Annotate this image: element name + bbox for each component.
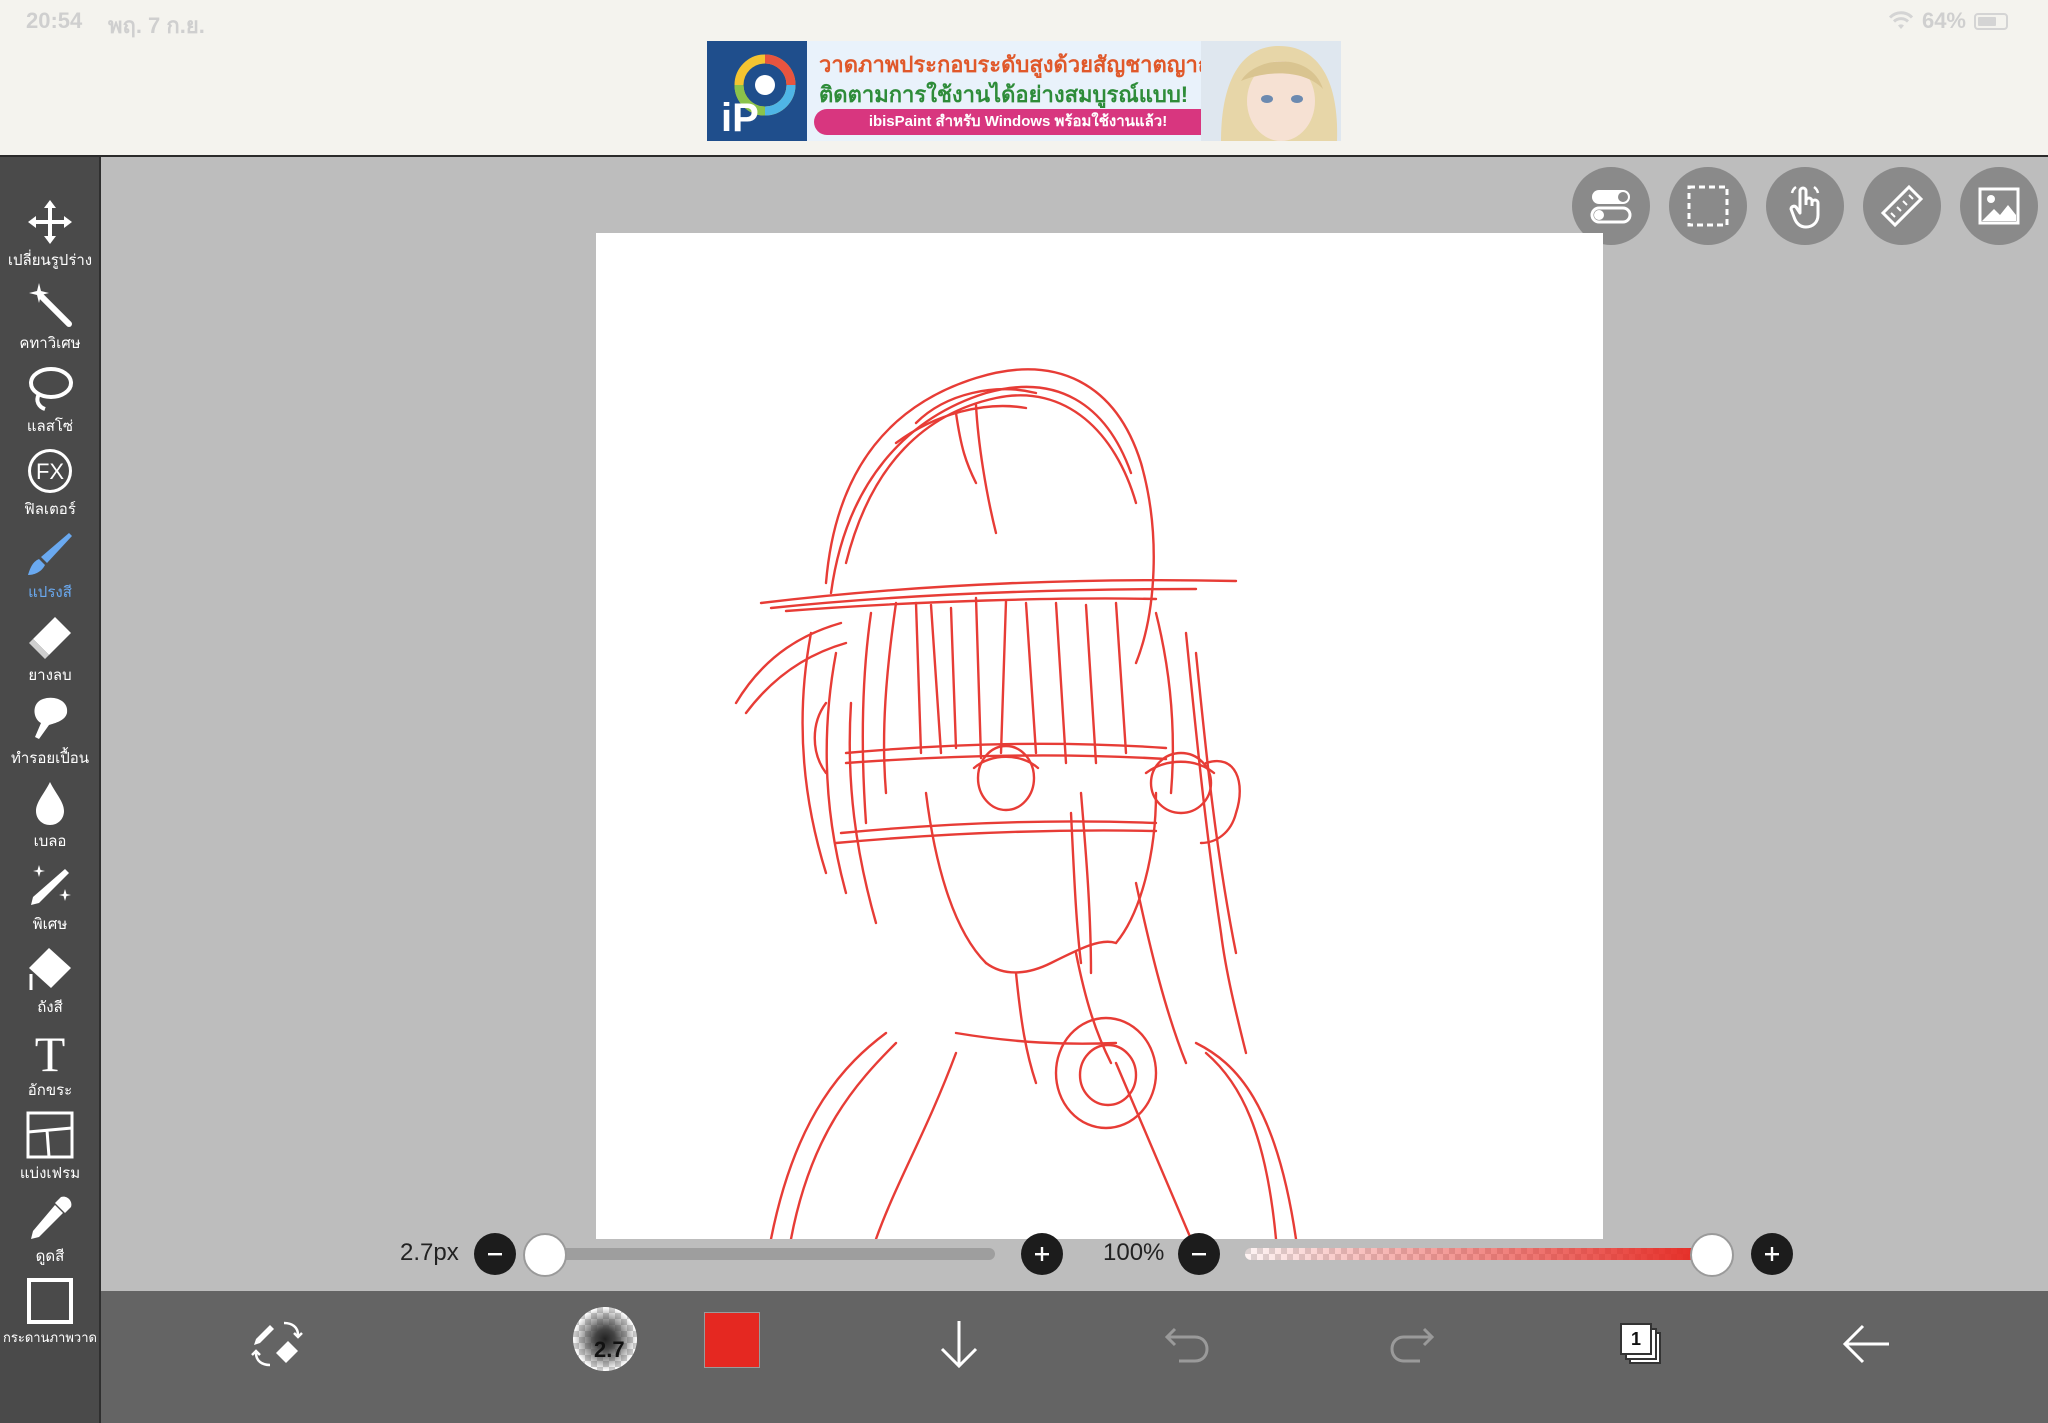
- battery-icon: [1974, 12, 2008, 30]
- tool-eyedropper[interactable]: ดูดสี: [0, 1189, 100, 1272]
- plus-icon: [1765, 1247, 1779, 1261]
- frame-divider-icon: [26, 1111, 74, 1159]
- tool-special-brush[interactable]: พิเศษ: [0, 857, 100, 940]
- tool-blur[interactable]: เบลอ: [0, 774, 100, 857]
- plus-icon: [1035, 1247, 1049, 1261]
- text-icon: T: [35, 1027, 66, 1077]
- swap-brush-eraser-button[interactable]: [242, 1309, 312, 1379]
- download-button[interactable]: [924, 1309, 994, 1379]
- touch-button[interactable]: [1766, 167, 1844, 245]
- status-right: 64%: [1888, 8, 2008, 34]
- tool-lasso[interactable]: แลสโซ่: [0, 359, 100, 442]
- ibispaint-logo: iP: [707, 41, 807, 141]
- special-brush-icon: [31, 865, 71, 905]
- tool-frame-divider[interactable]: แบ่งเฟรม: [0, 1106, 100, 1189]
- lasso-icon: [29, 367, 73, 411]
- wifi-icon: [1888, 11, 1914, 29]
- image-icon: [1978, 187, 2020, 225]
- tool-smudge[interactable]: ทำรอยเปื้อน: [0, 691, 100, 774]
- tool-label: ถังสี: [37, 999, 63, 1016]
- opacity-slider[interactable]: [1245, 1248, 1712, 1260]
- smudge-icon: [34, 697, 68, 739]
- tool-label: กระดานภาพวาด: [3, 1330, 97, 1345]
- minus-icon: [488, 1253, 502, 1256]
- minus-icon: [1192, 1253, 1206, 1256]
- magic-wand-icon: [29, 283, 72, 327]
- top-bar: 20:54 พฤ. 7 ก.ย. 64% iP วาดภาพประกอบระดั…: [0, 0, 2048, 157]
- svg-text:FX: FX: [36, 459, 64, 484]
- tool-magic-wand[interactable]: คทาวิเศษ: [0, 276, 100, 359]
- tool-label: แลสโซ่: [26, 418, 74, 435]
- ruler-icon: [1880, 184, 1924, 228]
- tool-label: อักขระ: [27, 1082, 73, 1099]
- brush-icon: [28, 533, 72, 575]
- battery-percent: 64%: [1921, 8, 1966, 33]
- ad-character-image: [1201, 41, 1341, 141]
- tool-label: เบลอ: [33, 833, 67, 850]
- brush-preview-button[interactable]: 2.7: [573, 1307, 637, 1371]
- reference-image-button[interactable]: [1960, 167, 2038, 245]
- touch-icon: [1789, 185, 1820, 229]
- ad-banner[interactable]: iP วาดภาพประกอบระดับสูงด้วยสัญชาตญาณ! ติ…: [707, 41, 1341, 141]
- toggle-icon: [1590, 190, 1632, 224]
- tool-label: คทาวิเศษ: [19, 335, 81, 352]
- opacity-decrease-button[interactable]: [1178, 1233, 1220, 1275]
- tool-filter[interactable]: FX ฟิลเตอร์: [0, 442, 100, 525]
- back-button[interactable]: [1831, 1309, 1901, 1379]
- bottom-bar: 2.7 1: [101, 1291, 2048, 1423]
- opacity-increase-button[interactable]: [1751, 1233, 1793, 1275]
- blur-icon: [36, 782, 64, 825]
- tool-label: แปรงสี: [28, 584, 72, 601]
- eyedropper-icon: [31, 1196, 72, 1239]
- layer-count: 1: [1631, 1329, 1642, 1349]
- brush-size-value: 2.7: [594, 1337, 625, 1362]
- tool-text[interactable]: T อักขระ: [0, 1023, 100, 1106]
- arrow-left-icon: [1842, 1324, 1889, 1364]
- tool-label: เปลี่ยนรูปร่าง: [7, 252, 93, 269]
- canvas-icon: [27, 1278, 73, 1324]
- size-decrease-button[interactable]: [474, 1233, 516, 1275]
- move-icon: [28, 200, 72, 244]
- bucket-icon: [29, 948, 71, 990]
- tool-label: ทำรอยเปื้อน: [10, 750, 90, 767]
- redo-button[interactable]: [1378, 1309, 1448, 1379]
- tool-palette: เปลี่ยนรูปร่าง คทาวิเศษ แลสโซ่ FX ฟิลเตอ…: [0, 157, 101, 1423]
- undo-button[interactable]: [1151, 1309, 1221, 1379]
- ad-cta[interactable]: ibisPaint สำหรับ Windows พร้อมใช้งานแล้ว…: [814, 109, 1222, 135]
- sketch-drawing: [734, 368, 1298, 1241]
- tool-eraser[interactable]: ยางลบ: [0, 608, 100, 691]
- tool-label: พิเศษ: [32, 916, 68, 933]
- eraser-icon: [29, 617, 71, 659]
- tool-label: ดูดสี: [35, 1248, 65, 1265]
- tool-transform[interactable]: เปลี่ยนรูปร่าง: [0, 193, 100, 276]
- tool-bucket[interactable]: ถังสี: [0, 940, 100, 1023]
- arrow-down-icon: [940, 1321, 978, 1369]
- brush-size-label: 2.7px: [400, 1239, 459, 1266]
- ruler-button[interactable]: [1863, 167, 1941, 245]
- ad-subheadline: ติดตามการใช้งานได้อย่างสมบูรณ์แบบ!: [819, 82, 1189, 107]
- selection-button[interactable]: [1669, 167, 1747, 245]
- fx-icon: FX: [28, 449, 72, 493]
- drawing-canvas[interactable]: [596, 233, 1603, 1241]
- undo-icon: [1164, 1327, 1209, 1363]
- tool-label: ฟิลเตอร์: [24, 501, 76, 518]
- opacity-label: 100%: [1103, 1239, 1165, 1266]
- layers-button[interactable]: 1: [1604, 1309, 1674, 1379]
- brush-size-slider[interactable]: [545, 1248, 995, 1260]
- status-date: พฤ. 7 ก.ย.: [108, 13, 205, 38]
- svg-text:T: T: [35, 1027, 66, 1077]
- tool-label: แบ่งเฟรม: [19, 1165, 81, 1182]
- opacity-slider-knob[interactable]: [1690, 1233, 1734, 1277]
- svg-text:iP: iP: [721, 96, 759, 140]
- brush-size-slider-knob[interactable]: [523, 1233, 567, 1277]
- size-increase-button[interactable]: [1021, 1233, 1063, 1275]
- status-time: 20:54: [26, 8, 83, 33]
- tool-brush[interactable]: แปรงสี: [0, 525, 100, 608]
- tool-canvas[interactable]: กระดานภาพวาด: [0, 1272, 100, 1355]
- brush-eraser-swap-icon: [251, 1321, 303, 1367]
- tool-label: ยางลบ: [28, 667, 72, 684]
- selection-icon: [1687, 185, 1729, 227]
- color-swatch-button[interactable]: [704, 1312, 760, 1368]
- redo-icon: [1390, 1327, 1435, 1363]
